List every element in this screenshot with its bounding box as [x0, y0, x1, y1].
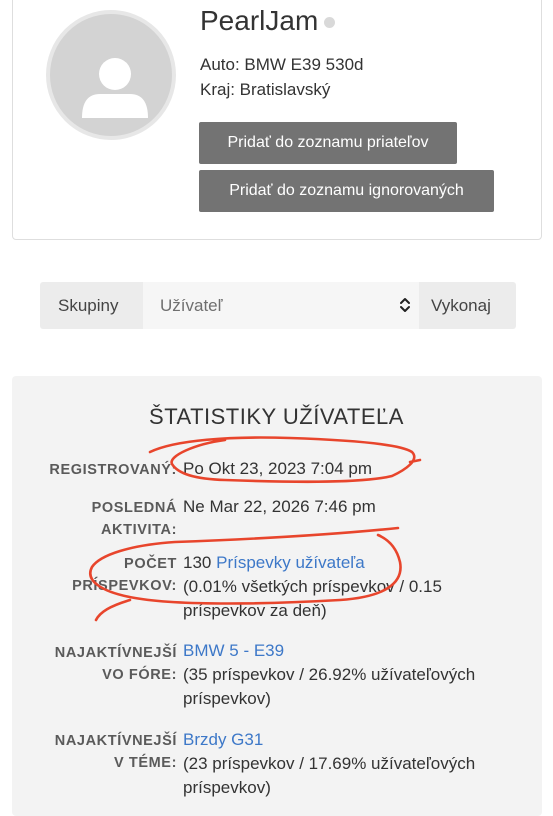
- active-forum-detail-line2: príspevkov): [183, 689, 271, 708]
- group-select-value: Užívateľ: [160, 296, 223, 315]
- active-forum-link[interactable]: BMW 5 - E39: [183, 639, 475, 663]
- post-count-number: 130: [183, 553, 212, 572]
- active-forum-label: NAJAKTÍVNEJŠÍ VO FÓRE:: [55, 642, 177, 686]
- add-friend-button[interactable]: Pridať do zoznamu priateľov: [199, 122, 457, 164]
- group-select[interactable]: Užívateľ: [143, 282, 419, 329]
- last-activity-label-line2: AKTIVITA:: [100, 522, 177, 538]
- post-count-label-line2: PRÍSPEVKOV:: [72, 578, 177, 594]
- registered-label: REGISTROVANÝ:: [49, 462, 177, 478]
- last-activity-value: Ne Mar 22, 2026 7:46 pm: [183, 497, 376, 516]
- active-topic-label-line1: NAJAKTÍVNEJŠÍ: [54, 733, 177, 749]
- avatar: [46, 10, 176, 140]
- region-info: Kraj: Bratislavský: [200, 80, 331, 99]
- active-topic-label-line2: V TÉME:: [113, 755, 177, 771]
- group-submit-button[interactable]: Vykonaj: [431, 296, 491, 316]
- active-topic-label: NAJAKTÍVNEJŠÍ V TÉME:: [55, 730, 177, 774]
- user-posts-link[interactable]: Príspevky užívateľa: [216, 553, 365, 572]
- active-forum-label-line1: NAJAKTÍVNEJŠÍ: [54, 645, 177, 661]
- post-count-line: 130 Príspevky užívateľa: [183, 551, 442, 575]
- active-topic-detail-line1: (23 príspevkov / 17.69% užívateľových: [183, 754, 476, 773]
- group-label: Skupiny: [58, 296, 119, 315]
- active-forum-value: BMW 5 - E39 (35 príspevkov / 26.92% užív…: [183, 639, 475, 711]
- active-topic-link[interactable]: Brzdy G31: [183, 728, 475, 752]
- post-count-label-line1: POČET: [124, 556, 177, 572]
- active-forum-label-line2: VO FÓRE:: [102, 667, 177, 683]
- group-bar: Skupiny Užívateľ Vykonaj: [40, 282, 516, 329]
- active-topic-value: Brzdy G31 (23 príspevkov / 17.69% užívat…: [183, 728, 475, 800]
- online-status-icon: [324, 17, 335, 28]
- car-info: Auto: BMW E39 530d: [200, 55, 364, 74]
- post-count-detail-line1: (0.01% všetkých príspevkov / 0.15: [183, 577, 442, 596]
- username: PearlJam: [200, 5, 319, 36]
- last-activity-label: POSLEDNÁ AKTIVITA:: [92, 497, 177, 541]
- user-silhouette-icon: [82, 58, 148, 118]
- post-count-value: 130 Príspevky užívateľa (0.01% všetkých …: [183, 551, 442, 623]
- last-activity-label-line1: POSLEDNÁ: [91, 500, 177, 516]
- active-forum-detail-line1: (35 príspevkov / 26.92% užívateľových: [183, 665, 476, 684]
- chevron-updown-icon: [400, 298, 410, 312]
- add-ignore-button[interactable]: Pridať do zoznamu ignorovaných: [199, 170, 494, 212]
- registered-value: Po Okt 23, 2023 7:04 pm: [183, 459, 373, 478]
- stats-title: ŠTATISTIKY UŽÍVATEĽA: [149, 404, 404, 429]
- post-count-detail-line2: príspevkov za deň): [183, 601, 327, 620]
- active-topic-detail-line2: príspevkov): [183, 778, 271, 797]
- post-count-label: POČET PRÍSPEVKOV:: [72, 553, 177, 597]
